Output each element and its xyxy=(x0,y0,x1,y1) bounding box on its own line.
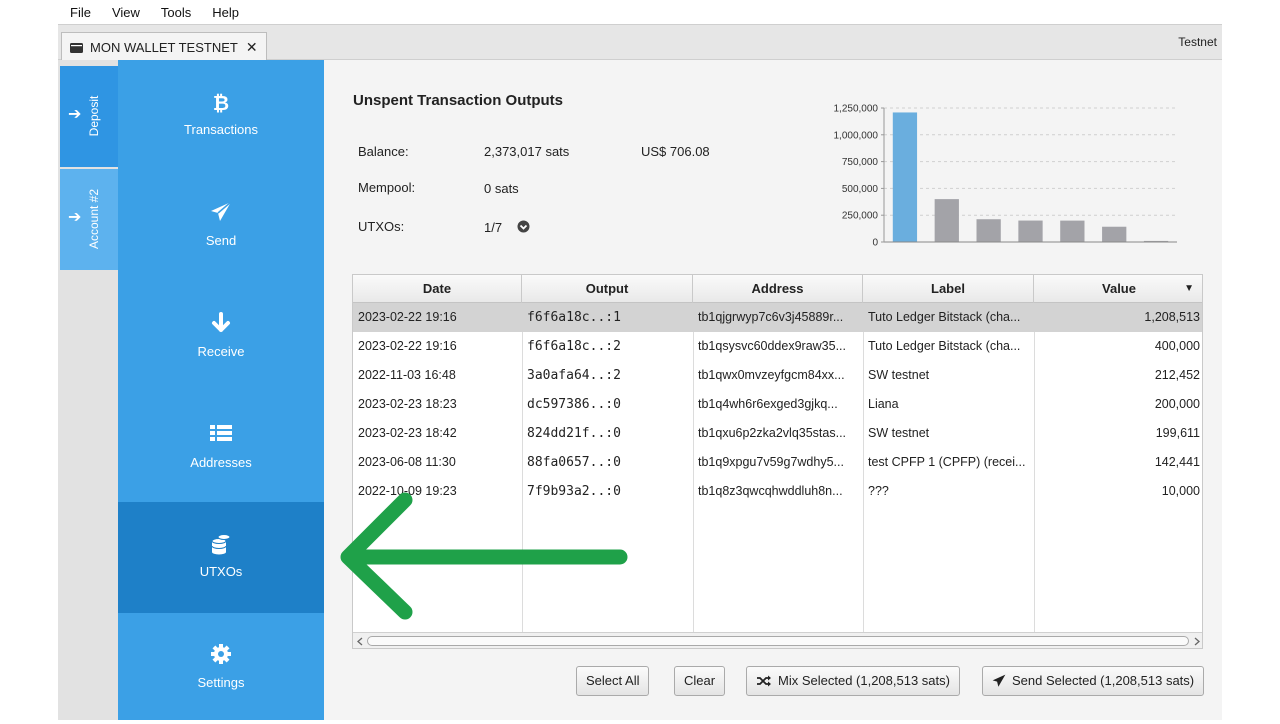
green-arrow-icon xyxy=(340,492,628,620)
annotation-arrow-overlay xyxy=(340,492,628,620)
